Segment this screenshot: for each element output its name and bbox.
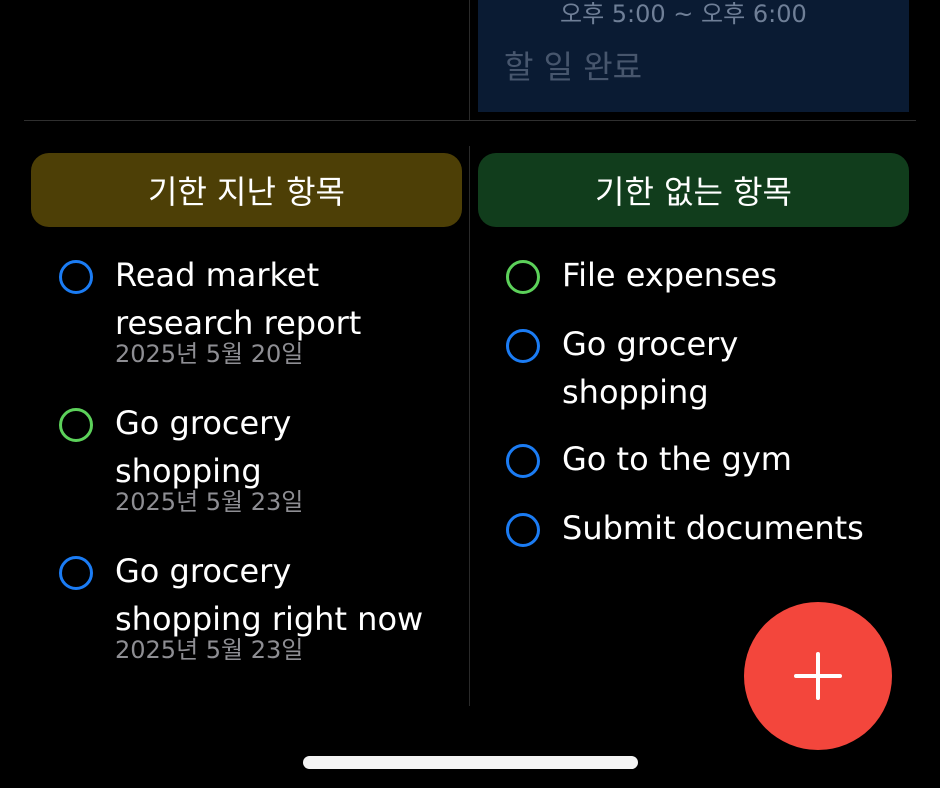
task-title: Go grocery shopping right now [115,552,424,638]
task-checkbox-circle[interactable] [506,444,540,478]
task-item[interactable]: Read market research report 2025년 5월 20일 [59,256,459,368]
task-item[interactable]: Go grocery shopping 2025년 5월 23일 [59,404,459,516]
section-divider [24,120,916,121]
task-checkbox-circle[interactable] [59,408,93,442]
task-due-date: 2025년 5월 23일 [115,488,304,516]
task-checkbox-circle[interactable] [506,260,540,294]
task-checkbox-circle[interactable] [506,329,540,363]
task-item[interactable]: Go grocery shopping right now 2025년 5월 2… [59,552,459,664]
task-item[interactable]: Submit documents [506,509,896,552]
add-task-button[interactable] [744,602,892,750]
home-indicator[interactable] [303,756,638,769]
event-card[interactable]: 오후 5:00 ~ 오후 6:00 할 일 완료 [478,0,909,112]
task-title: Go grocery shopping [115,404,292,490]
task-checkbox-circle[interactable] [506,513,540,547]
task-title: Read market research report [115,256,362,342]
task-due-date: 2025년 5월 20일 [115,340,304,368]
task-title: Go to the gym [562,440,792,478]
task-item[interactable]: File expenses [506,256,896,299]
event-time-range: 오후 5:00 ~ 오후 6:00 [560,0,807,28]
task-checkbox-circle[interactable] [59,260,93,294]
no-due-section-header: 기한 없는 항목 [478,153,909,227]
task-item[interactable]: Go to the gym [506,440,896,483]
task-title: Submit documents [562,509,864,547]
task-title: File expenses [562,256,778,294]
task-due-date: 2025년 5월 23일 [115,636,304,664]
task-title: Go grocery shopping [562,325,739,411]
column-divider [469,146,470,706]
column-divider-top [469,0,470,120]
overdue-section-header: 기한 지난 항목 [31,153,462,227]
task-checkbox-circle[interactable] [59,556,93,590]
task-item[interactable]: Go grocery shopping [506,325,896,416]
complete-task-button[interactable]: 할 일 완료 [504,42,642,88]
plus-icon [794,652,842,700]
